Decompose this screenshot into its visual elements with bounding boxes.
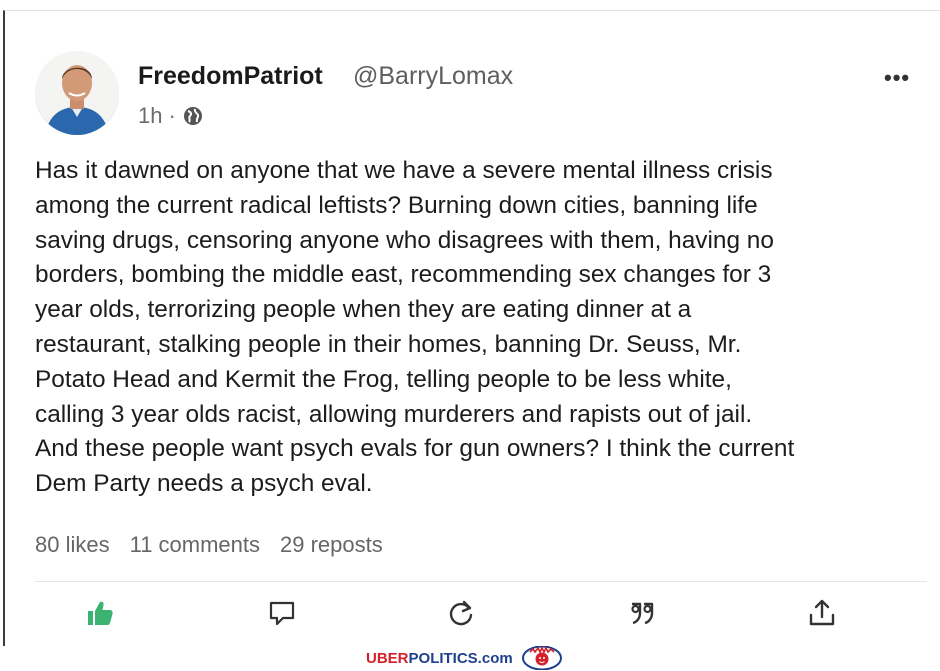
share-icon (809, 599, 835, 626)
likes-count[interactable]: 80 likes (35, 532, 110, 558)
thumbs-up-icon (88, 601, 113, 625)
watermark-text: UBERPOLITICS.com (366, 650, 513, 667)
repost-button[interactable] (444, 596, 478, 630)
engagement-stats: 80 likes 11 comments 29 reposts (35, 532, 383, 558)
comments-count[interactable]: 11 comments (130, 532, 260, 558)
avatar-photo (35, 51, 119, 135)
quote-button[interactable] (625, 596, 659, 630)
watermark-brand-blue: POLITICS.com (408, 649, 513, 667)
watermark-brand-red: UBER (366, 649, 409, 667)
reposts-count[interactable]: 29 reposts (280, 532, 383, 558)
comment-icon (269, 601, 295, 626)
more-options-button[interactable]: ••• (884, 65, 910, 91)
like-button[interactable] (83, 596, 117, 630)
lion-logo-icon (521, 646, 562, 670)
post-meta: 1h · (138, 103, 204, 129)
avatar[interactable] (35, 51, 119, 135)
globe-icon (182, 105, 204, 127)
post-card: FreedomPatriot @BarryLomax 1h · ••• Has … (3, 10, 940, 646)
watermark: UBERPOLITICS.com (366, 646, 563, 670)
meta-separator: · (168, 103, 176, 128)
action-bar (0, 596, 940, 630)
repost-icon (449, 600, 473, 626)
post-time: 1h (138, 103, 163, 128)
share-button[interactable] (805, 596, 839, 630)
quote-icon (631, 602, 654, 625)
post-body: Has it dawned on anyone that we have a s… (35, 157, 795, 498)
display-name[interactable]: FreedomPatriot (138, 62, 323, 91)
comment-button[interactable] (265, 596, 299, 630)
divider (35, 581, 927, 582)
user-handle[interactable]: @BarryLomax (353, 62, 513, 91)
